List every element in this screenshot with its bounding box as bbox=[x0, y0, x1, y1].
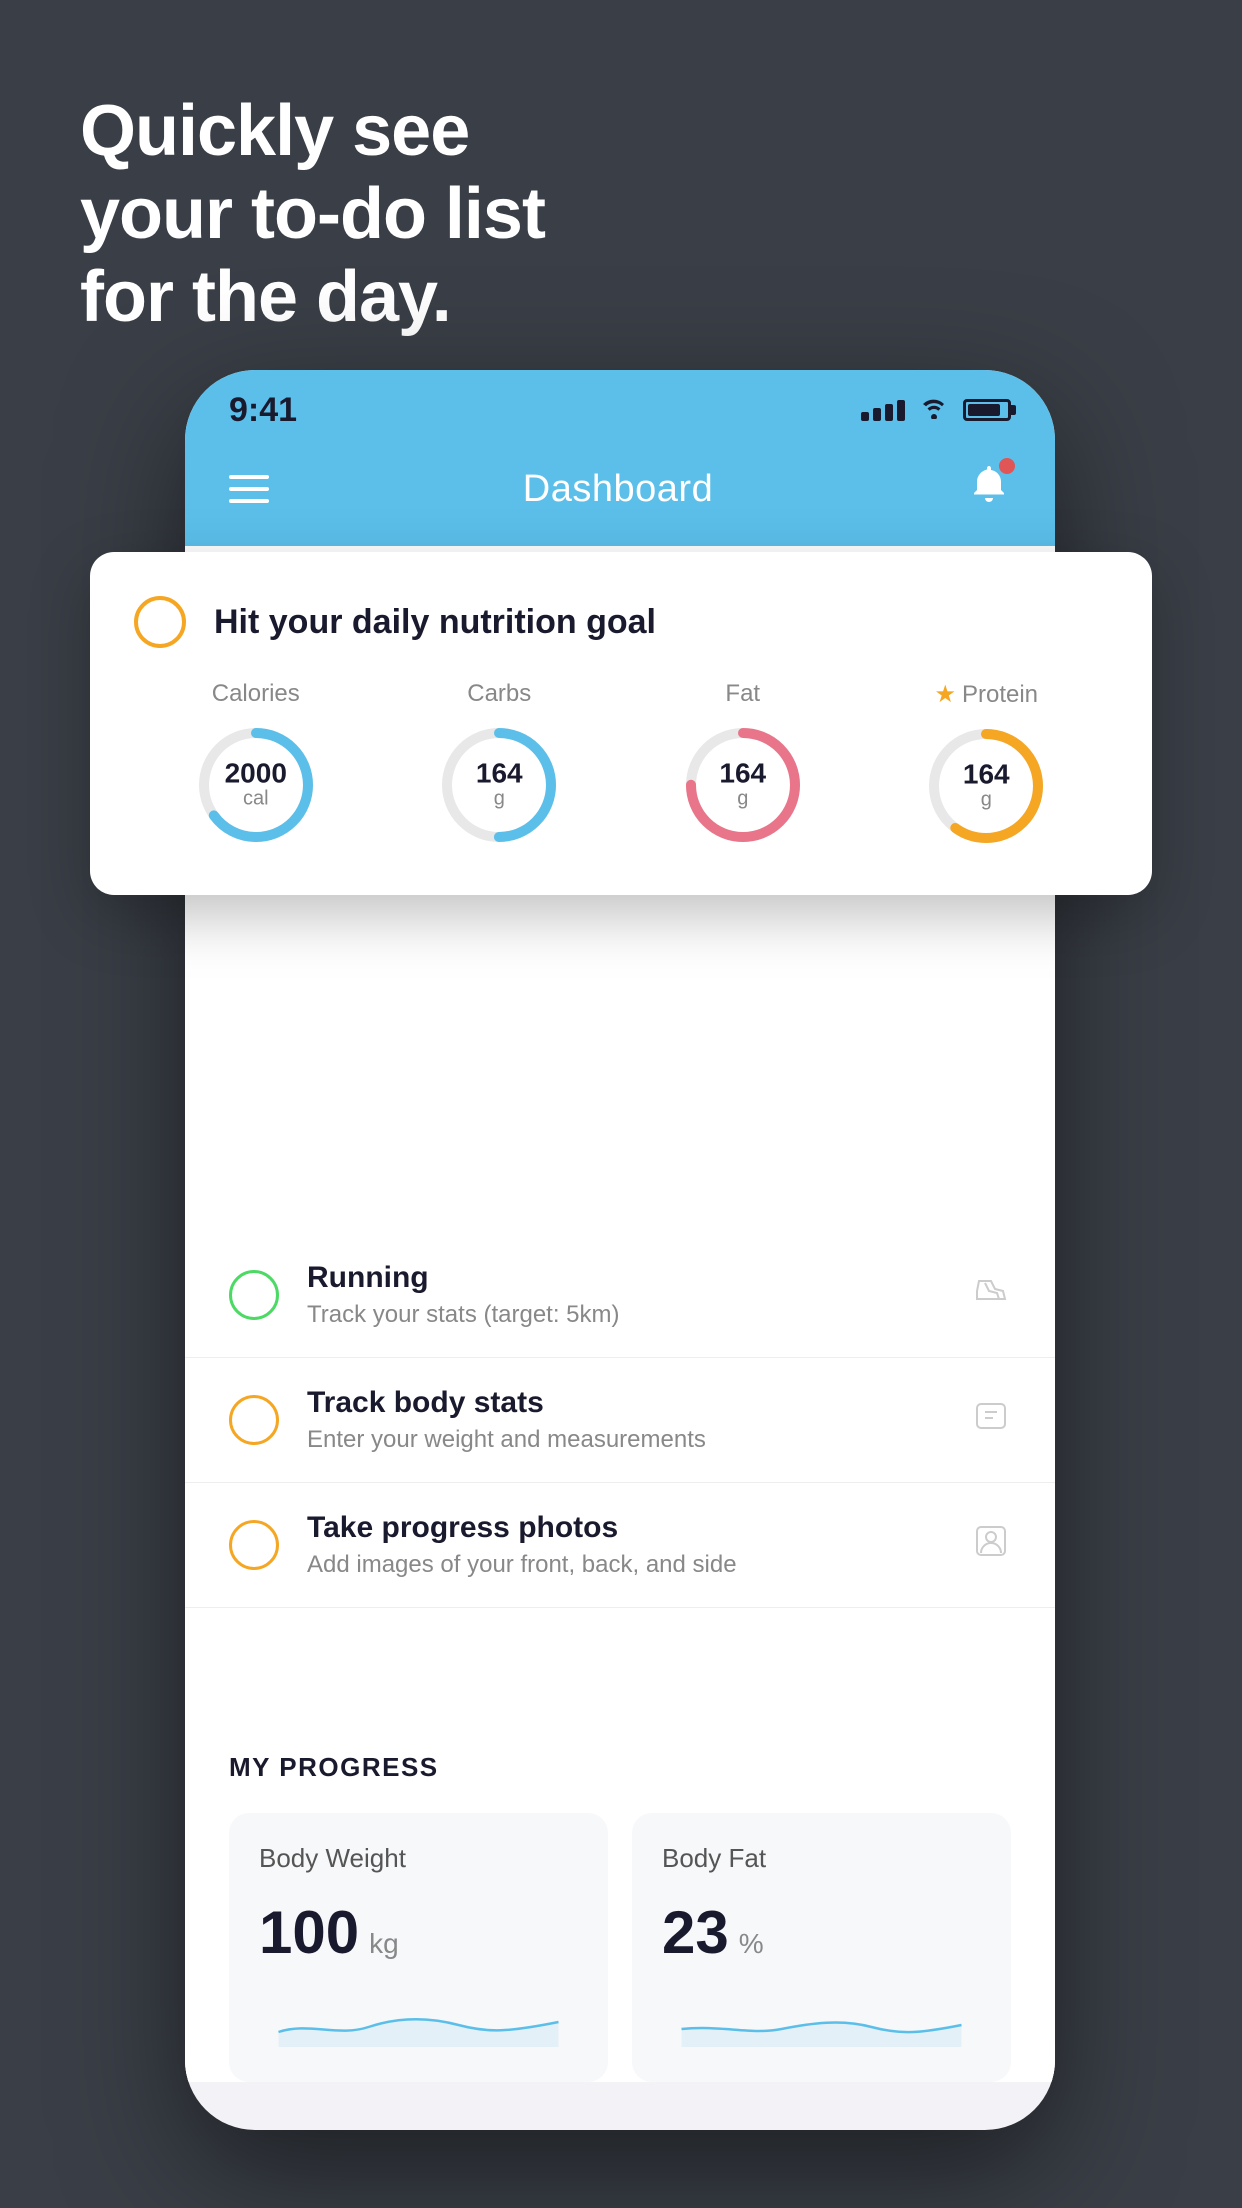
scale-icon bbox=[971, 1396, 1011, 1445]
todo-check-body-stats[interactable] bbox=[229, 1395, 279, 1445]
battery-icon bbox=[963, 399, 1011, 421]
progress-cards: Body Weight 100 kg Body Fat 2 bbox=[229, 1813, 1011, 2082]
carbs-value: 164 bbox=[476, 760, 523, 788]
body-fat-label: Body Fat bbox=[662, 1843, 981, 1874]
body-weight-value: 100 bbox=[259, 1898, 359, 1967]
protein-value: 164 bbox=[963, 761, 1010, 789]
body-weight-chart bbox=[259, 1987, 578, 2047]
hero-line3: for the day. bbox=[80, 257, 451, 337]
progress-title: MY PROGRESS bbox=[229, 1752, 1011, 1783]
todo-check-running[interactable] bbox=[229, 1270, 279, 1320]
todo-title-running: Running bbox=[307, 1261, 943, 1295]
shoe-icon bbox=[971, 1271, 1011, 1320]
body-fat-unit: % bbox=[739, 1928, 764, 1960]
protein-donut: 164 g bbox=[921, 721, 1051, 851]
body-weight-label: Body Weight bbox=[259, 1843, 578, 1874]
nutrition-protein: ★ Protein 164 g bbox=[921, 680, 1051, 851]
nutrition-circle-check bbox=[134, 596, 186, 648]
todo-check-progress-photos[interactable] bbox=[229, 1520, 279, 1570]
hero-line2: your to-do list bbox=[80, 174, 545, 254]
body-weight-card[interactable]: Body Weight 100 kg bbox=[229, 1813, 608, 2082]
carbs-donut: 164 g bbox=[434, 720, 564, 850]
todo-title-progress-photos: Take progress photos bbox=[307, 1511, 943, 1545]
progress-section: MY PROGRESS Body Weight 100 kg bbox=[185, 1708, 1055, 2082]
hamburger-menu[interactable] bbox=[229, 475, 269, 503]
hero-headline: Quickly see your to-do list for the day. bbox=[80, 90, 545, 338]
fat-value: 164 bbox=[719, 760, 766, 788]
status-bar: 9:41 bbox=[185, 370, 1055, 442]
nutrition-card[interactable]: Hit your daily nutrition goal Calories 2… bbox=[90, 552, 1152, 895]
nutrition-calories: Calories 2000 cal bbox=[191, 680, 321, 850]
nutrition-card-title: Hit your daily nutrition goal bbox=[214, 603, 656, 642]
nutrition-grid: Calories 2000 cal Carbs bbox=[134, 680, 1108, 851]
carbs-unit: g bbox=[476, 788, 523, 811]
todo-subtitle-running: Track your stats (target: 5km) bbox=[307, 1301, 943, 1329]
fat-label: Fat bbox=[725, 680, 760, 708]
notification-dot bbox=[999, 458, 1015, 474]
fat-donut: 164 g bbox=[678, 720, 808, 850]
nutrition-carbs: Carbs 164 g bbox=[434, 680, 564, 850]
star-icon: ★ bbox=[934, 680, 956, 709]
todo-subtitle-progress-photos: Add images of your front, back, and side bbox=[307, 1551, 943, 1579]
hero-line1: Quickly see bbox=[80, 91, 469, 171]
fat-unit: g bbox=[719, 788, 766, 811]
protein-unit: g bbox=[963, 789, 1010, 812]
calories-unit: cal bbox=[225, 788, 287, 811]
todo-list: Running Track your stats (target: 5km) T… bbox=[185, 1233, 1055, 1608]
calories-value: 2000 bbox=[225, 760, 287, 788]
body-fat-card[interactable]: Body Fat 23 % bbox=[632, 1813, 1011, 2082]
calories-label: Calories bbox=[212, 680, 300, 708]
nutrition-fat: Fat 164 g bbox=[678, 680, 808, 850]
status-icons bbox=[861, 395, 1011, 426]
body-fat-value: 23 bbox=[662, 1898, 729, 1967]
notification-bell[interactable] bbox=[967, 462, 1011, 516]
status-time: 9:41 bbox=[229, 391, 297, 430]
todo-title-body-stats: Track body stats bbox=[307, 1386, 943, 1420]
body-fat-chart bbox=[662, 1987, 981, 2047]
wifi-icon bbox=[919, 395, 949, 426]
todo-subtitle-body-stats: Enter your weight and measurements bbox=[307, 1426, 943, 1454]
app-header: Dashboard bbox=[185, 442, 1055, 546]
carbs-label: Carbs bbox=[467, 680, 531, 708]
calories-donut: 2000 cal bbox=[191, 720, 321, 850]
todo-item-body-stats[interactable]: Track body stats Enter your weight and m… bbox=[185, 1358, 1055, 1483]
body-weight-unit: kg bbox=[369, 1928, 399, 1960]
header-title: Dashboard bbox=[523, 468, 713, 511]
todo-item-running[interactable]: Running Track your stats (target: 5km) bbox=[185, 1233, 1055, 1358]
signal-icon bbox=[861, 400, 905, 421]
protein-label: ★ Protein bbox=[934, 680, 1038, 709]
person-icon bbox=[971, 1521, 1011, 1570]
todo-item-progress-photos[interactable]: Take progress photos Add images of your … bbox=[185, 1483, 1055, 1608]
